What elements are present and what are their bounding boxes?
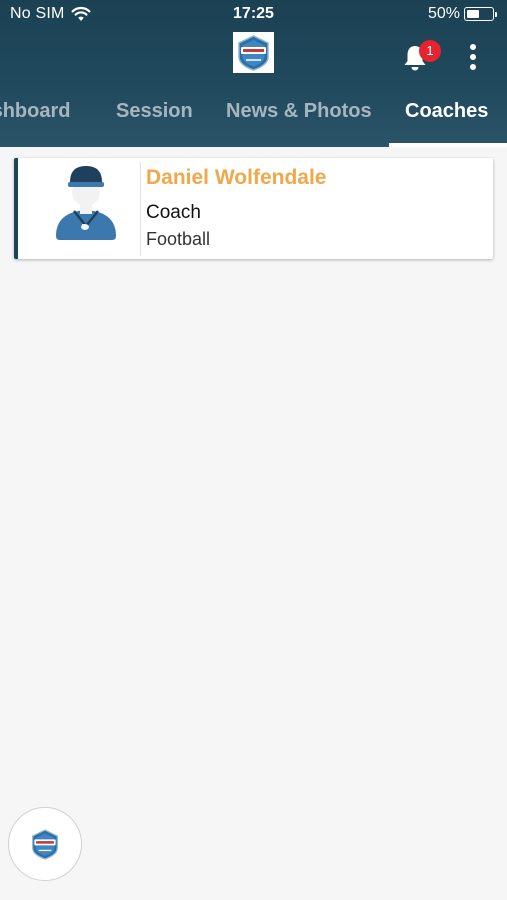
battery-status: 50% <box>428 5 497 23</box>
notification-badge: 1 <box>419 40 441 62</box>
active-tab-indicator <box>389 143 507 147</box>
tab-bar: Dashboard Session News & Photos Coaches <box>0 86 507 147</box>
app-header: No SIM 17:25 50% 1 hboard Session News &… <box>0 0 507 147</box>
tab-news-photos[interactable]: News & Photos <box>226 100 372 123</box>
tab-dashboard[interactable]: Dashboard <box>0 100 70 123</box>
club-home-button[interactable] <box>8 807 82 881</box>
notifications-button[interactable]: 1 <box>398 40 441 76</box>
coach-role: Coach <box>146 202 201 223</box>
tab-coaches[interactable]: Coaches <box>405 100 488 123</box>
club-crest-icon <box>32 828 58 860</box>
card-divider <box>140 162 141 256</box>
battery-percent: 50% <box>427 5 460 22</box>
more-vertical-icon[interactable] <box>463 42 483 72</box>
battery-icon <box>464 7 494 21</box>
coach-avatar-icon <box>56 166 116 240</box>
club-crest-shape <box>238 34 269 71</box>
coach-sport: Football <box>146 229 211 249</box>
coach-name: Daniel Wolfendale <box>146 166 327 189</box>
battery-fill <box>467 10 479 18</box>
status-bar: No SIM 17:25 50% <box>0 0 507 30</box>
club-crest-icon[interactable] <box>233 32 274 73</box>
battery-cap <box>495 11 497 17</box>
coach-card[interactable]: Daniel Wolfendale Coach Football <box>14 158 493 259</box>
tab-session[interactable]: Session <box>116 100 193 123</box>
